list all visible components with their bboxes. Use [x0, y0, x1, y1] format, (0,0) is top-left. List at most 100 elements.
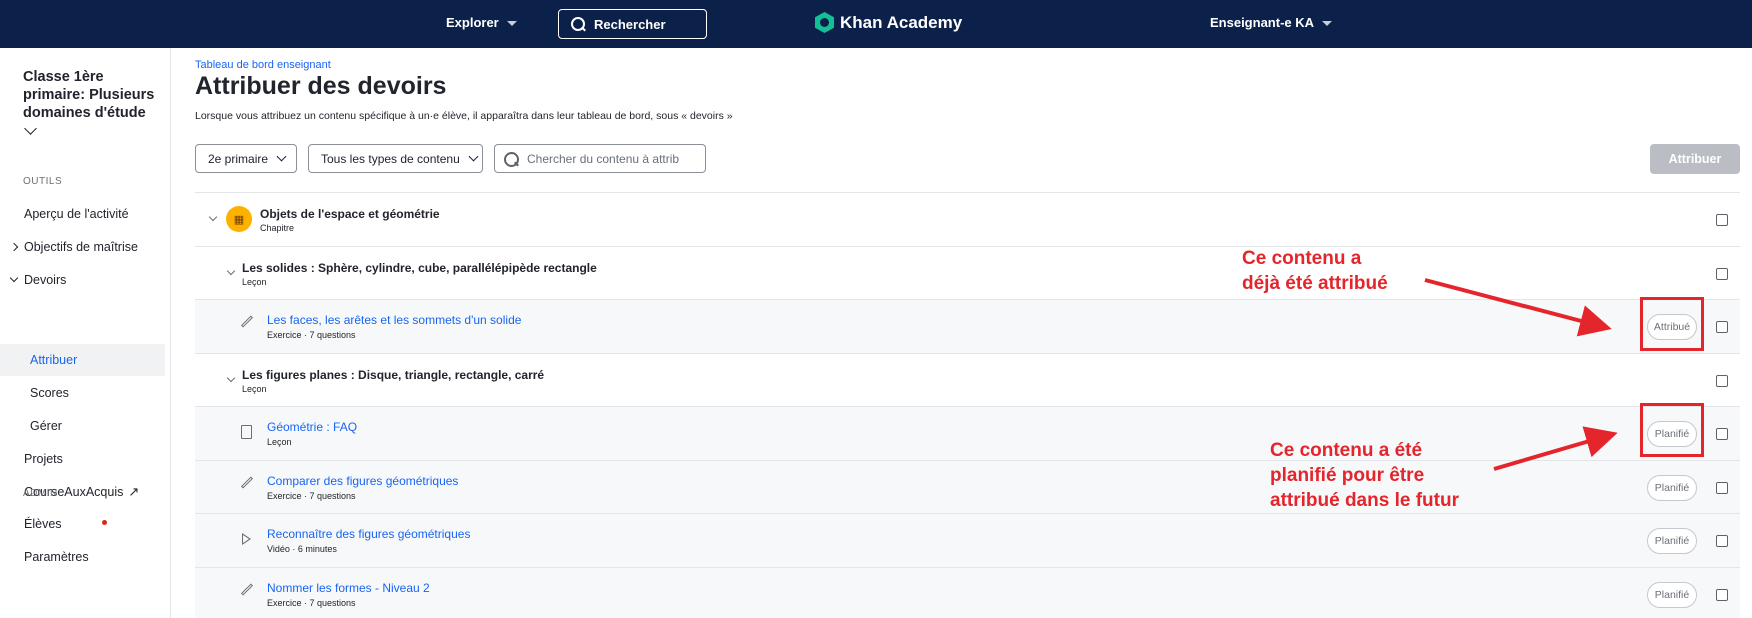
page-title: Attribuer des devoirs — [195, 72, 447, 100]
sidebar-item-label: Attribuer — [30, 353, 78, 367]
class-chevron-down-icon[interactable] — [24, 122, 37, 135]
content-type-dropdown[interactable]: Tous les types de contenu — [308, 144, 483, 173]
select-checkbox[interactable] — [1716, 535, 1728, 547]
exercise-pencil-icon — [240, 315, 254, 328]
item-title-link[interactable]: Les faces, les arêtes et les sommets d'u… — [267, 313, 521, 327]
list-item-exercise[interactable]: Nommer les formes - Niveau 2 Exercice · … — [195, 567, 1740, 618]
sidebar-item-students[interactable]: Élèves — [0, 508, 165, 540]
sidebar-item-settings[interactable]: Paramètres — [0, 541, 165, 573]
grade-filter-dropdown[interactable]: 2e primaire — [195, 144, 297, 173]
exercise-pencil-icon — [240, 475, 254, 489]
item-subtitle: Exercice · 7 questions — [267, 330, 356, 340]
item-subtitle: Vidéo · 6 minutes — [267, 544, 337, 554]
annotation-highlight-box-assigned — [1640, 297, 1704, 351]
search-icon — [571, 17, 585, 31]
caret-down-icon — [506, 21, 517, 26]
sidebar-item-label: Objectifs de maîtrise — [24, 240, 138, 254]
sidebar-item-label: Élèves — [24, 517, 62, 531]
item-subtitle: Leçon — [242, 383, 267, 394]
logo-text: Khan Academy — [840, 12, 963, 32]
item-title-link[interactable]: Reconnaître des figures géométriques — [267, 527, 470, 541]
sidebar-item-activity-overview[interactable]: Aperçu de l'activité — [0, 198, 165, 230]
list-item-chapter[interactable]: ▦ Objets de l'espace et géométrie Chapit… — [195, 193, 1740, 247]
status-badge-planned: Planifié — [1647, 528, 1697, 554]
assign-button[interactable]: Attribuer — [1650, 144, 1740, 174]
explore-label: Explorer — [446, 15, 499, 30]
collapse-chevron-icon[interactable] — [226, 373, 236, 382]
item-subtitle: Leçon — [242, 276, 267, 287]
annotation-planned: Ce contenu a été planifié pour être attr… — [1270, 438, 1459, 513]
header-search-button[interactable]: Rechercher — [558, 9, 707, 39]
annotation-line: attribué dans le futur — [1270, 490, 1459, 511]
sidebar-item-mastery-goals[interactable]: Objectifs de maîtrise — [0, 231, 165, 263]
annotation-line: planifié pour être — [1270, 465, 1425, 486]
breadcrumb-teacher-dashboard[interactable]: Tableau de bord enseignant — [195, 59, 331, 71]
sidebar-item-scores[interactable]: Scores — [0, 377, 165, 409]
select-checkbox[interactable] — [1716, 481, 1728, 494]
annotation-line: déjà été attribué — [1242, 273, 1388, 294]
sidebar-item-label: Gérer — [30, 419, 62, 433]
select-checkbox[interactable] — [1716, 267, 1728, 280]
collapse-chevron-icon[interactable] — [208, 212, 218, 222]
select-checkbox[interactable] — [1716, 428, 1728, 440]
list-item-lesson[interactable]: Les solides : Sphère, cylindre, cube, pa… — [195, 247, 1740, 300]
list-item-exercise[interactable]: Les faces, les arêtes et les sommets d'u… — [195, 300, 1740, 354]
list-item-video[interactable]: Reconnaître des figures géométriques Vid… — [195, 514, 1740, 568]
sidebar-item-label: Devoirs — [24, 273, 67, 287]
content-search-placeholder: Chercher du contenu à attrib — [527, 151, 680, 166]
item-title: Les figures planes : Disque, triangle, r… — [242, 367, 545, 382]
user-menu-button[interactable]: Enseignant-e KA — [1210, 15, 1333, 30]
sidebar-item-label: CourseAuxAcquis — [24, 485, 124, 499]
status-badge-planned: Planifié — [1647, 581, 1697, 608]
top-navigation-bar: Explorer Rechercher Khan Academy Enseign… — [0, 0, 1752, 48]
item-subtitle: Exercice · 7 questions — [267, 490, 356, 501]
status-badge-planned: Planifié — [1647, 474, 1697, 501]
caret-down-icon — [1322, 21, 1333, 26]
item-subtitle: Leçon — [267, 437, 292, 447]
notification-dot — [102, 520, 107, 525]
video-play-icon — [242, 533, 251, 545]
list-item-lesson[interactable]: Les figures planes : Disque, triangle, r… — [195, 354, 1740, 407]
item-subtitle: Chapitre — [260, 223, 295, 233]
annotation-line: Ce contenu a — [1242, 248, 1362, 269]
item-subtitle: Exercice · 7 questions — [267, 597, 356, 608]
geometry-chapter-icon: ▦ — [226, 206, 252, 232]
sidebar-item-label: Aperçu de l'activité — [24, 207, 129, 221]
sidebar-item-assignments[interactable]: Devoirs — [0, 264, 165, 296]
search-icon — [504, 151, 519, 167]
select-checkbox[interactable] — [1716, 588, 1728, 601]
annotation-highlight-box-planned — [1640, 403, 1704, 457]
list-item-article[interactable]: Géométrie : FAQ Leçon Planifié — [195, 407, 1740, 461]
page-description: Lorsque vous attribuez un contenu spécif… — [195, 110, 733, 122]
select-checkbox[interactable] — [1716, 214, 1728, 226]
annotation-assigned: Ce contenu a déjà été attribué — [1242, 246, 1388, 296]
khan-academy-logo[interactable]: Khan Academy — [815, 12, 962, 33]
item-title-link[interactable]: Géométrie : FAQ — [267, 420, 357, 434]
explore-menu-button[interactable]: Explorer — [446, 15, 517, 30]
item-title: Objets de l'espace et géométrie — [260, 207, 440, 221]
exercise-pencil-icon — [240, 582, 254, 596]
sidebar: Classe 1ère primaire: Plusieurs domaines… — [0, 48, 171, 618]
sidebar-item-projects[interactable]: Projets — [0, 443, 165, 475]
item-title-link[interactable]: Nommer les formes - Niveau 2 — [267, 581, 430, 595]
chevron-down-icon — [468, 151, 479, 162]
class-title[interactable]: Classe 1ère primaire: Plusieurs domaines… — [23, 68, 163, 122]
content-search-input[interactable]: Chercher du contenu à attrib — [494, 144, 706, 173]
item-title: Les solides : Sphère, cylindre, cube, pa… — [242, 260, 597, 275]
item-title-link[interactable]: Comparer des figures géométriques — [267, 474, 458, 488]
sidebar-item-manage[interactable]: Gérer — [0, 410, 165, 442]
list-item-exercise[interactable]: Comparer des figures géométriques Exerci… — [195, 460, 1740, 514]
tools-section-label: OUTILS — [23, 176, 63, 187]
collapse-chevron-icon[interactable] — [226, 266, 236, 275]
select-checkbox[interactable] — [1716, 374, 1728, 387]
external-link-icon: ↗ — [128, 484, 140, 499]
select-checkbox[interactable] — [1716, 321, 1728, 333]
article-document-icon — [241, 425, 252, 439]
grade-filter-value: 2e primaire — [208, 151, 269, 166]
sidebar-item-assign[interactable]: Attribuer — [0, 344, 165, 376]
content-list: ▦ Objets de l'espace et géométrie Chapit… — [195, 192, 1740, 618]
admin-section-label: ADMIN — [23, 488, 58, 499]
chevron-down-icon — [276, 151, 287, 162]
khan-leaf-icon — [815, 12, 834, 33]
sidebar-item-label: Scores — [30, 386, 69, 400]
